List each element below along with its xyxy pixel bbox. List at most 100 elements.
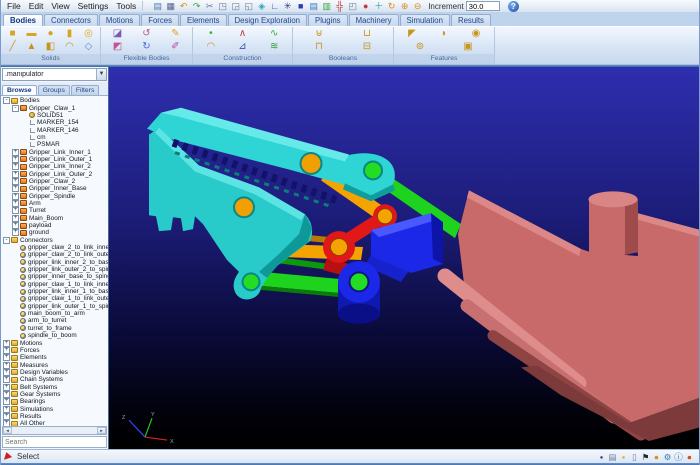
tree-expander[interactable]: + xyxy=(12,215,19,222)
rigid-to-flex-icon[interactable]: ↺ xyxy=(134,28,160,40)
gear-icon[interactable]: ⚙ xyxy=(662,451,673,463)
ribbon-tab-machinery[interactable]: Machinery xyxy=(349,14,399,26)
ribbon-tab-bodies[interactable]: Bodies xyxy=(3,14,43,26)
tree-item[interactable]: main_boom_to_arm xyxy=(1,310,108,317)
tree-expander[interactable]: + xyxy=(12,171,19,178)
tree-item[interactable]: -Connectors xyxy=(1,237,108,244)
model-selector-dropdown[interactable]: .manipulator ▼ xyxy=(2,68,107,81)
helix-icon[interactable]: ≋ xyxy=(260,41,288,53)
chamfer-icon[interactable]: ◤ xyxy=(398,28,426,40)
tree-item[interactable]: +Chain Systems xyxy=(1,376,108,383)
flag-icon[interactable]: ⚑ xyxy=(640,451,651,463)
tree-item[interactable]: gripper_link_outer_2_to_spindle xyxy=(1,266,108,273)
triad-icon[interactable]: ⊿ xyxy=(228,41,256,53)
tree-expander[interactable]: + xyxy=(3,391,10,398)
tree-expander[interactable]: + xyxy=(3,369,10,376)
tree-item[interactable]: gripper_link_outer_1_to_spindle xyxy=(1,303,108,310)
tree-item[interactable]: gripper_inner_base_to_spindle xyxy=(1,273,108,280)
redo-icon[interactable]: ↷ xyxy=(190,1,203,12)
console-icon[interactable]: ▤ xyxy=(607,451,618,463)
hollow-icon[interactable]: ▣ xyxy=(454,41,482,53)
tree-item[interactable]: +Design Variables xyxy=(1,369,108,376)
tree-expander[interactable]: + xyxy=(3,340,10,347)
visibility-icon[interactable]: ▥ xyxy=(320,1,333,12)
spline-icon[interactable]: ∿ xyxy=(260,28,288,40)
tree-item[interactable]: +ground xyxy=(1,229,108,236)
tree-expander[interactable]: + xyxy=(3,384,10,391)
flex-edit-icon[interactable]: ✎ xyxy=(163,28,189,40)
highlight-dot-icon[interactable]: ● xyxy=(359,1,372,12)
scrollbar-track[interactable] xyxy=(12,427,97,434)
tree-expander[interactable]: + xyxy=(12,222,19,229)
tree-item[interactable]: +Elements xyxy=(1,354,108,361)
menu-tools[interactable]: Tools xyxy=(112,1,140,11)
tree-expander[interactable]: + xyxy=(12,207,19,214)
tree-item[interactable]: +Gripper_Spindle xyxy=(1,192,108,199)
notes-icon[interactable]: ▪ xyxy=(618,451,629,463)
tree-item[interactable]: MARKER_154 xyxy=(1,119,108,126)
tree-expander[interactable]: + xyxy=(12,156,19,163)
fillet-icon[interactable]: ◗ xyxy=(430,28,458,40)
new-model-icon[interactable]: ▤ xyxy=(151,1,164,12)
tree-item[interactable]: gripper_claw_2_to_link_outer_2 xyxy=(1,251,108,258)
view-front-icon[interactable]: ◳ xyxy=(216,1,229,12)
ribbon-tab-elements[interactable]: Elements xyxy=(180,14,227,26)
tree-item[interactable]: +Gripper_Link_Inner_1 xyxy=(1,148,108,155)
shaded-view-icon[interactable]: ◈ xyxy=(255,1,268,12)
increment-input[interactable] xyxy=(466,1,500,11)
tree-horizontal-scrollbar[interactable]: ◂ ▸ xyxy=(2,426,107,435)
tree-expander[interactable]: + xyxy=(3,398,10,405)
tree-item[interactable]: +Gripper_Link_Outer_1 xyxy=(1,156,108,163)
fe-part-icon[interactable]: ◩ xyxy=(105,41,131,53)
tree-item[interactable]: +Gear Systems xyxy=(1,391,108,398)
viewflex-icon[interactable]: ◪ xyxy=(105,28,131,40)
tree-item[interactable]: -Bodies xyxy=(1,97,108,104)
save-icon[interactable]: ▦ xyxy=(164,1,177,12)
flex-paint-icon[interactable]: ✐ xyxy=(163,41,189,53)
menu-edit[interactable]: Edit xyxy=(25,1,48,11)
fill-color-icon[interactable]: ■ xyxy=(294,1,307,12)
tree-item[interactable]: +Gripper_Inner_Base xyxy=(1,185,108,192)
browser-tab-browse[interactable]: Browse xyxy=(2,85,37,95)
tree-item[interactable]: gripper_link_inner_2_to_base xyxy=(1,259,108,266)
menu-file[interactable]: File xyxy=(3,1,25,11)
view-iso-icon[interactable]: ◲ xyxy=(229,1,242,12)
tree-expander[interactable]: - xyxy=(3,97,10,104)
help-button[interactable]: ? xyxy=(508,1,519,12)
tree-expander[interactable]: + xyxy=(12,229,19,236)
tree-item[interactable]: +Gripper_Link_Inner_2 xyxy=(1,163,108,170)
wireframe-icon[interactable]: ✳ xyxy=(281,1,294,12)
link-icon[interactable]: ▬ xyxy=(23,28,40,40)
plane-icon[interactable]: ◇ xyxy=(80,41,97,53)
browser-tab-groups[interactable]: Groups xyxy=(38,85,70,95)
tree-item[interactable]: +Arm xyxy=(1,200,108,207)
boss-icon[interactable]: ⊚ xyxy=(406,41,434,53)
point-icon[interactable]: • xyxy=(197,28,225,40)
tree-item[interactable]: turret_to_frame xyxy=(1,325,108,332)
tree-expander[interactable]: + xyxy=(12,200,19,207)
frustum-icon[interactable]: ▲ xyxy=(23,41,40,53)
tree-item[interactable]: +Main_Boom xyxy=(1,215,108,222)
tree-expander[interactable]: + xyxy=(3,406,10,413)
boolean-merge-icon[interactable]: ⊔ xyxy=(350,28,384,40)
revolution-icon[interactable]: ◠ xyxy=(61,41,78,53)
arc-icon[interactable]: ◠ xyxy=(197,41,225,53)
tree-item[interactable]: +Gripper_Claw_2 xyxy=(1,178,108,185)
ribbon-tab-connectors[interactable]: Connectors xyxy=(44,14,98,26)
corner-axes-icon[interactable]: ∟ xyxy=(268,1,281,12)
record-icon[interactable]: ● xyxy=(684,451,695,463)
tree-expander[interactable]: + xyxy=(3,347,10,354)
info-icon[interactable]: ⓘ xyxy=(673,451,684,463)
tree-expander[interactable]: + xyxy=(3,354,10,361)
tree-expander[interactable]: + xyxy=(12,178,19,185)
search-input[interactable] xyxy=(2,436,107,448)
polyline-icon[interactable]: ∧ xyxy=(228,28,256,40)
zoom-out-icon[interactable]: ⊖ xyxy=(411,1,424,12)
ribbon-tab-results[interactable]: Results xyxy=(451,14,491,26)
box-icon[interactable]: ■ xyxy=(4,28,21,40)
tree-item[interactable]: +Motions xyxy=(1,339,108,346)
tree-expander[interactable]: + xyxy=(12,185,19,192)
cut-icon[interactable]: ✂ xyxy=(203,1,216,12)
undo-icon[interactable]: ↶ xyxy=(177,1,190,12)
ribbon-tab-forces[interactable]: Forces xyxy=(141,14,179,26)
